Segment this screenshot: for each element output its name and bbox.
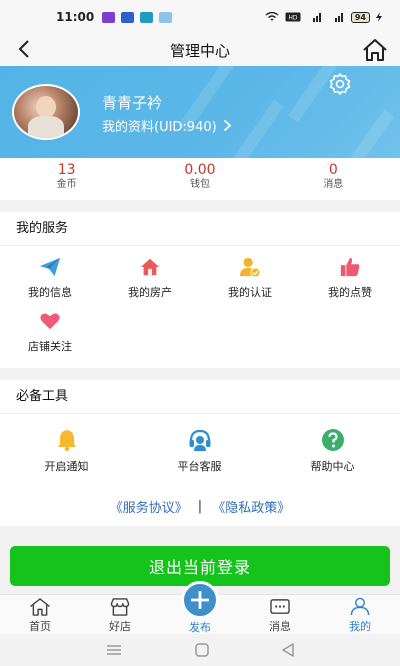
app-notification-icon	[102, 11, 116, 23]
home-icon[interactable]	[362, 37, 388, 63]
menu-icon[interactable]	[106, 644, 122, 656]
service-label: 店铺关注	[28, 340, 72, 353]
agreements-separator: |	[197, 498, 203, 514]
status-bar: 11:00 HD 94	[0, 0, 400, 34]
service-my-verification[interactable]: 我的认证	[200, 246, 300, 300]
tool-enable-notifications[interactable]: 开启通知	[0, 414, 133, 480]
tab-publish[interactable]: 发布	[160, 581, 240, 634]
service-label: 我的信息	[28, 286, 72, 299]
stat-wallet[interactable]: 0.00 钱包	[133, 158, 266, 200]
my-profile-link[interactable]: 我的资料(UID:940)	[102, 116, 232, 135]
stat-label: 钱包	[189, 179, 210, 190]
system-navigation-bar	[0, 634, 400, 666]
notification-icons	[102, 11, 173, 23]
home-icon	[30, 598, 50, 616]
bell-icon	[57, 430, 76, 452]
tab-good-shops[interactable]: 好店	[80, 595, 160, 634]
tab-label: 消息	[269, 620, 291, 633]
service-followed-shops[interactable]: 店铺关注	[0, 300, 100, 354]
service-label: 我的认证	[228, 286, 272, 299]
section-title: 我的服务	[0, 212, 400, 246]
stat-label: 金币	[56, 179, 77, 190]
status-time: 11:00	[56, 10, 95, 24]
headset-icon	[189, 429, 210, 451]
navigation-bar: 管理中心	[0, 34, 400, 66]
stat-value: 13	[57, 162, 76, 178]
message-icon	[270, 599, 290, 614]
section-title: 必备工具	[0, 380, 400, 414]
service-agreement-link[interactable]: 《服务协议》	[110, 497, 188, 516]
agreements-links: 《服务协议》 | 《隐私政策》	[0, 486, 400, 526]
tool-label: 平台客服	[177, 460, 222, 473]
svg-text:HD: HD	[288, 15, 298, 22]
privacy-policy-link[interactable]: 《隐私政策》	[212, 497, 290, 516]
service-my-likes[interactable]: 我的点赞	[300, 246, 400, 300]
plus-icon	[191, 591, 209, 609]
profile-link-label: 我的资料(UID:940)	[102, 120, 217, 135]
wifi-icon	[265, 12, 279, 21]
signal-icon	[312, 13, 321, 22]
shop-icon	[110, 598, 130, 616]
app-notification-icon	[121, 11, 135, 23]
logout-button[interactable]: 退出当前登录	[10, 546, 390, 586]
person-icon	[350, 597, 370, 616]
tool-label: 开启通知	[44, 460, 89, 473]
stat-value: 0.00	[184, 162, 216, 178]
services-section: 我的服务 我的信息 我的房产 我的认证 我的点赞 店铺关注	[0, 212, 400, 368]
charging-icon	[376, 12, 382, 22]
service-my-property[interactable]: 我的房产	[100, 246, 200, 300]
tab-home[interactable]: 首页	[0, 595, 80, 634]
stats-row: 13 金币 0.00 钱包 0 消息	[0, 158, 400, 200]
app-notification-icon	[140, 11, 154, 23]
question-icon	[321, 429, 344, 451]
service-label: 我的房产	[128, 286, 172, 299]
page-title: 管理中心	[169, 41, 230, 60]
signal-icon	[334, 13, 343, 22]
status-indicators: HD 94	[265, 11, 382, 23]
back-triangle-icon[interactable]	[281, 643, 294, 657]
user-verified-icon	[239, 257, 261, 278]
back-arrow-icon[interactable]	[14, 38, 36, 60]
stat-value: 0	[328, 162, 338, 178]
chevron-right-icon	[223, 119, 232, 132]
paper-plane-icon	[39, 257, 61, 277]
tab-label: 发布	[189, 621, 211, 634]
heart-icon	[40, 313, 60, 330]
tab-label: 好店	[109, 620, 131, 633]
home-square-icon[interactable]	[195, 643, 209, 657]
tab-label: 我的	[349, 620, 371, 633]
stat-coins[interactable]: 13 金币	[0, 158, 133, 200]
house-icon	[140, 258, 160, 276]
battery-indicator: 94	[350, 11, 370, 23]
gear-icon[interactable]	[328, 72, 352, 96]
avatar[interactable]	[12, 84, 80, 140]
thumbs-up-icon	[340, 257, 360, 277]
profile-banner: 青青子衿 我的资料(UID:940)	[0, 66, 400, 158]
service-label: 我的点赞	[328, 286, 372, 299]
tools-section: 必备工具 开启通知 平台客服 帮助中心	[0, 380, 400, 486]
bottom-tab-bar: 首页 好店 发布 消息 我的	[0, 581, 400, 634]
stat-label: 消息	[323, 179, 344, 190]
tab-messages[interactable]: 消息	[240, 595, 320, 634]
publish-button[interactable]	[181, 581, 219, 619]
tool-label: 帮助中心	[310, 460, 355, 473]
tool-customer-service[interactable]: 平台客服	[133, 414, 266, 480]
tab-label: 首页	[29, 620, 51, 633]
tab-mine[interactable]: 我的	[320, 595, 400, 634]
service-my-info[interactable]: 我的信息	[0, 246, 100, 300]
app-notification-icon	[159, 11, 173, 23]
username: 青青子衿	[102, 94, 163, 112]
tool-help-center[interactable]: 帮助中心	[266, 414, 399, 480]
stat-messages[interactable]: 0 消息	[267, 158, 400, 200]
hd-icon: HD	[285, 12, 301, 22]
